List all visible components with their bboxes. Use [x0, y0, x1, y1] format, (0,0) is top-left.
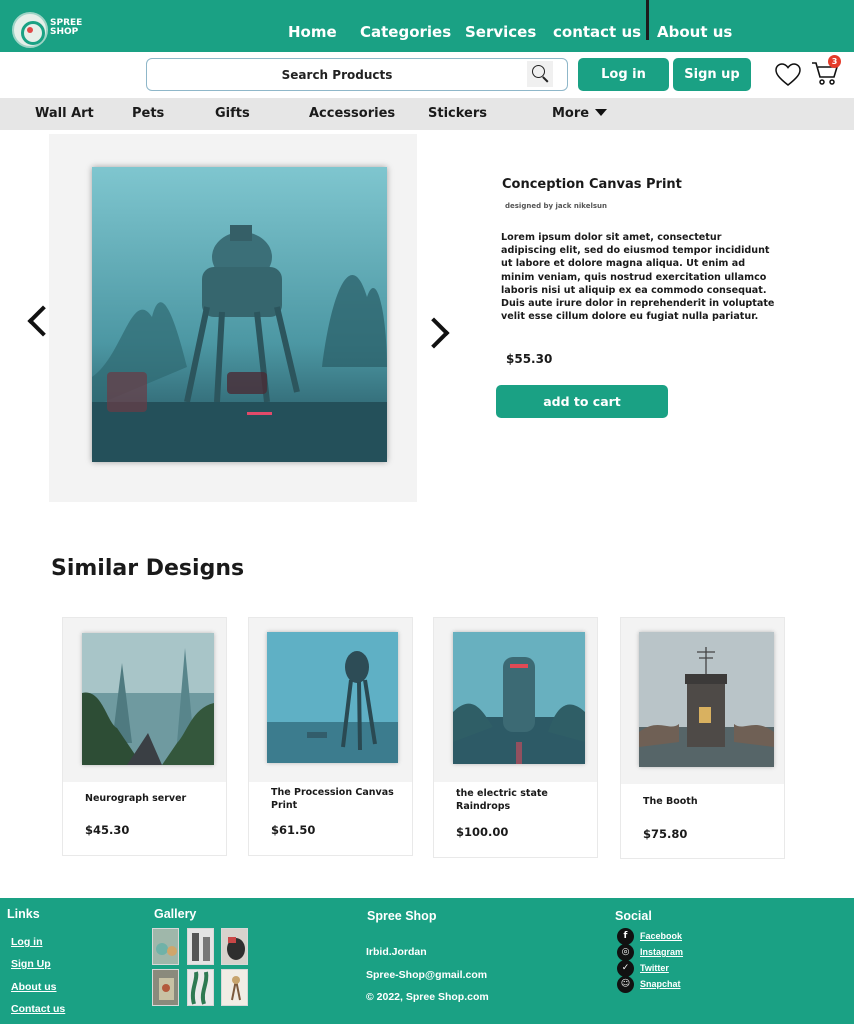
- category-more[interactable]: More: [552, 98, 589, 130]
- next-arrow-icon[interactable]: [418, 317, 450, 349]
- gallery-thumbnail[interactable]: [221, 969, 248, 1006]
- footer-copyright: © 2022, Spree Shop.com: [366, 991, 489, 1003]
- cart-count-badge: 3: [828, 55, 841, 68]
- footer-link-contact-us[interactable]: Contact us: [11, 1003, 65, 1015]
- nav-contact-us[interactable]: contact us: [553, 23, 641, 41]
- similar-card[interactable]: The Procession Canvas Print $61.50: [248, 617, 413, 856]
- wishlist-heart-icon[interactable]: [775, 63, 801, 87]
- category-wall-art[interactable]: Wall Art: [35, 98, 94, 130]
- category-gifts[interactable]: Gifts: [215, 98, 250, 130]
- gallery-thumbnail[interactable]: [152, 928, 179, 965]
- footer-gallery-heading: Gallery: [154, 907, 197, 921]
- nav-categories[interactable]: Categories: [360, 23, 451, 41]
- facebook-icon[interactable]: f: [617, 928, 634, 945]
- product-price: $55.30: [506, 352, 553, 366]
- footer-links-heading: Links: [7, 907, 40, 921]
- gallery-thumbnail[interactable]: [187, 928, 214, 965]
- nav-services[interactable]: Services: [465, 23, 536, 41]
- social-link-snapchat[interactable]: Snapchat: [640, 979, 681, 989]
- card-name: The Booth: [643, 796, 698, 807]
- gallery-thumbnail[interactable]: [152, 969, 179, 1006]
- signup-button[interactable]: Sign up: [673, 58, 751, 91]
- spree-shop-logo[interactable]: SPREE SHOP: [12, 12, 82, 48]
- nav-home[interactable]: Home: [288, 23, 337, 41]
- footer-shop-heading: Spree Shop: [367, 909, 437, 923]
- search-icon[interactable]: [527, 61, 553, 87]
- social-link-twitter[interactable]: Twitter: [640, 963, 669, 973]
- card-name: Neurograph server: [85, 793, 187, 804]
- product-image: [92, 167, 387, 462]
- card-name: the electric state Raindrops: [456, 788, 548, 812]
- card-price: $61.50: [271, 823, 316, 837]
- card-price: $75.80: [643, 827, 688, 841]
- category-stickers[interactable]: Stickers: [428, 98, 487, 130]
- snapchat-icon[interactable]: ☺: [617, 976, 634, 993]
- card-name: The Procession Canvas Print: [271, 787, 394, 811]
- similar-designs-heading: Similar Designs: [51, 556, 245, 581]
- twitter-icon[interactable]: ✓: [617, 960, 634, 977]
- footer-location: Irbid.Jordan: [366, 946, 427, 958]
- gallery-thumbnail[interactable]: [221, 928, 248, 965]
- card-price: $45.30: [85, 823, 130, 837]
- footer-link-login[interactable]: Log in: [11, 936, 43, 948]
- card-thumbnail: [267, 632, 398, 763]
- similar-card[interactable]: the electric state Raindrops $100.00: [433, 617, 598, 858]
- card-price: $100.00: [456, 825, 509, 839]
- card-thumbnail: [639, 632, 774, 767]
- target-logo-icon: [12, 12, 48, 48]
- social-link-facebook[interactable]: Facebook: [640, 931, 682, 941]
- category-pets[interactable]: Pets: [132, 98, 164, 130]
- footer-email: Spree-Shop@gmail.com: [366, 969, 488, 981]
- login-button[interactable]: Log in: [578, 58, 669, 91]
- product-description: Lorem ipsum dolor sit amet, consectetur …: [501, 232, 775, 323]
- top-nav-bar: SPREE SHOP Home Categories Services cont…: [0, 0, 854, 52]
- similar-card[interactable]: The Booth $75.80: [620, 617, 785, 859]
- social-link-instagram[interactable]: Instagram: [640, 947, 683, 957]
- product-designer: designed by jack nikelsun: [505, 202, 608, 210]
- add-to-cart-button[interactable]: add to cart: [496, 385, 668, 418]
- footer-link-about-us[interactable]: About us: [11, 981, 57, 993]
- more-dropdown-icon[interactable]: [595, 109, 607, 116]
- card-thumbnail: [453, 632, 585, 764]
- nav-divider: [646, 0, 649, 40]
- footer-social-heading: Social: [615, 909, 652, 923]
- card-thumbnail: [82, 633, 214, 765]
- search-input[interactable]: [147, 59, 527, 90]
- category-accessories[interactable]: Accessories: [309, 98, 395, 130]
- nav-about-us[interactable]: About us: [657, 23, 732, 41]
- instagram-icon[interactable]: ◎: [617, 944, 634, 961]
- gallery-thumbnail[interactable]: [187, 969, 214, 1006]
- brand-name: SPREE SHOP: [50, 18, 83, 37]
- search-box: [146, 58, 568, 91]
- category-bar: Wall Art Pets Gifts Accessories Stickers…: [0, 98, 854, 130]
- similar-card[interactable]: Neurograph server $45.30: [62, 617, 227, 856]
- product-title: Conception Canvas Print: [502, 177, 682, 192]
- footer: Links Log in Sign Up About us Contact us…: [0, 898, 854, 1024]
- footer-link-signup[interactable]: Sign Up: [11, 958, 51, 970]
